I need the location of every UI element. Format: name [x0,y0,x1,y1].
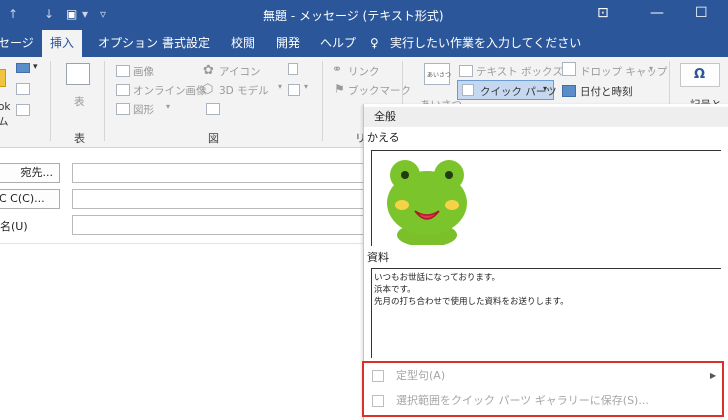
lightbulb-icon[interactable]: ♀ [370,30,379,57]
3d-models-button[interactable]: 3D モデル [219,83,269,98]
tab-options[interactable]: オプション [98,30,158,57]
business-card-icon[interactable] [16,63,30,73]
group-label-table: 表 [74,132,85,145]
icons-icon[interactable]: ✿ [203,63,214,78]
subject-field[interactable] [72,215,372,235]
shapes-icon[interactable] [116,103,130,115]
tab-insert[interactable]: 挿入 [42,30,83,57]
to-button[interactable]: 宛先... [0,163,60,183]
autotext-icon [372,370,384,382]
title-bar: ↑ ↓ ▣ ▾ ▿ 無題 - メッセージ (テキスト形式) ⊡ — ☐ [0,0,728,30]
chevron-down-icon[interactable]: ▾ [649,64,653,73]
calendar-icon[interactable] [16,83,30,95]
bookmark-icon[interactable]: ⚑ [334,82,345,96]
tab-format[interactable]: 書式設定 [162,30,210,57]
gallery-item-kaeru[interactable] [371,150,721,246]
shapes-button[interactable]: 図形 [133,102,154,117]
table-icon[interactable] [66,63,90,85]
tab-developer[interactable]: 開発 [276,30,300,57]
form-icon[interactable]: ▣ [66,7,77,21]
gallery-section-header: 全般 [364,107,728,127]
preview-line: いつもお世話になっております。 [374,273,500,283]
omega-icon: Ω [694,67,706,82]
picture-button[interactable]: 画像 [133,64,154,79]
submenu-arrow-icon: ▶ [710,371,717,380]
gallery-bottom-spacer [366,358,370,360]
quickparts-menu: 定型句(A) ▶ 選択範囲をクイック パーツ ギャラリーに保存(S)... [362,361,724,417]
online-picture-button[interactable]: オンライン画像 [133,83,207,98]
symbol-button[interactable]: Ω [680,63,720,87]
link-icon[interactable]: ⚭ [332,62,342,76]
chevron-down-icon: ▾ [543,84,548,93]
preview-line: 浜本です。 [374,285,416,295]
tab-message[interactable]: セージ [0,30,34,57]
group-separator [322,61,323,141]
link-button[interactable]: リンク [348,64,380,79]
menu-item-label: 選択範囲をクイック パーツ ギャラリーに保存(S)... [396,394,649,407]
maximize-button[interactable]: ☐ [695,5,708,21]
to-field[interactable] [72,163,372,183]
icons-button[interactable]: アイコン [219,64,260,79]
greeting-icon-text: あいさつ [427,72,452,79]
tab-review[interactable]: 校閲 [231,30,255,57]
chevron-down-icon[interactable]: ▾ [166,102,170,111]
redo-icon[interactable]: ↓ [44,7,54,21]
picture-icon[interactable] [116,65,130,77]
chevron-down-icon[interactable]: ▾ [278,82,282,91]
tell-me-search[interactable]: 実行したい作業を入力してください [390,30,581,57]
preview-line: 先月の打ち合わせで使用した資料をお送りします。 [374,297,569,307]
gallery-item-shiryo[interactable]: いつもお世話になっております。 浜本です。 先月の打ち合わせで使用した資料をお送… [371,268,721,358]
dropcap-button[interactable]: ドロップ キャップ [580,64,667,79]
table-button-label[interactable]: 表 [74,94,85,109]
ribbon-display-icon[interactable]: ⊡ [597,5,609,21]
outlook-item-label-2[interactable]: ム [0,114,9,129]
cube-icon[interactable]: ⬡ [202,82,213,97]
header-divider [0,243,363,244]
group-separator [104,61,105,141]
gallery-item-title[interactable]: かえる [367,129,400,145]
menu-item-save-selection[interactable]: 選択範囲をクイック パーツ ギャラリーに保存(S)... [372,391,714,411]
menu-item-label: 定型句(A) [396,369,446,382]
screenshot-icon[interactable] [288,84,300,96]
gallery-item-title[interactable]: 資料 [367,249,389,265]
ribbon-tabs: セージ 挿入 オプション 書式設定 校閲 開発 ヘルプ ♀ 実行したい作業を入力… [0,30,728,57]
save-to-gallery-icon [372,395,384,407]
smartart-icon[interactable] [206,103,220,115]
frog-image [387,160,467,245]
chevron-down-icon[interactable]: ▾ [304,82,308,91]
textbox-icon[interactable] [459,65,473,77]
chart-icon[interactable] [288,63,298,75]
textbox-button[interactable]: テキスト ボックス [476,64,563,79]
cc-field[interactable] [72,189,372,209]
group-separator [50,61,51,141]
datetime-button[interactable]: 日付と時刻 [580,84,633,99]
customize-qat-icon[interactable]: ▿ [100,7,106,21]
dropdown-arrow-icon[interactable]: ▾ [82,7,88,21]
tab-help[interactable]: ヘルプ [320,30,356,57]
undo-icon[interactable]: ↑ [8,7,18,21]
dropcap-icon[interactable] [562,62,576,76]
signature-icon[interactable] [16,104,30,116]
minimize-button[interactable]: — [650,5,664,21]
cc-button[interactable]: C C(C)... [0,189,60,209]
menu-item-autotext[interactable]: 定型句(A) ▶ [372,366,717,386]
outlook-item-icon[interactable] [0,69,6,87]
window-title: 無題 - メッセージ (テキスト形式) [263,9,444,23]
calendar-icon[interactable] [562,85,576,97]
quickparts-button[interactable]: クイック パーツ ▾ [457,80,557,100]
group-label-illustrations: 図 [208,132,219,145]
outlook-item-label[interactable]: ok [0,101,11,113]
chevron-down-icon[interactable]: ▾ [33,62,38,72]
online-picture-icon[interactable] [116,84,130,96]
subject-label: 名(U) [0,220,28,233]
quickparts-icon [462,84,474,96]
